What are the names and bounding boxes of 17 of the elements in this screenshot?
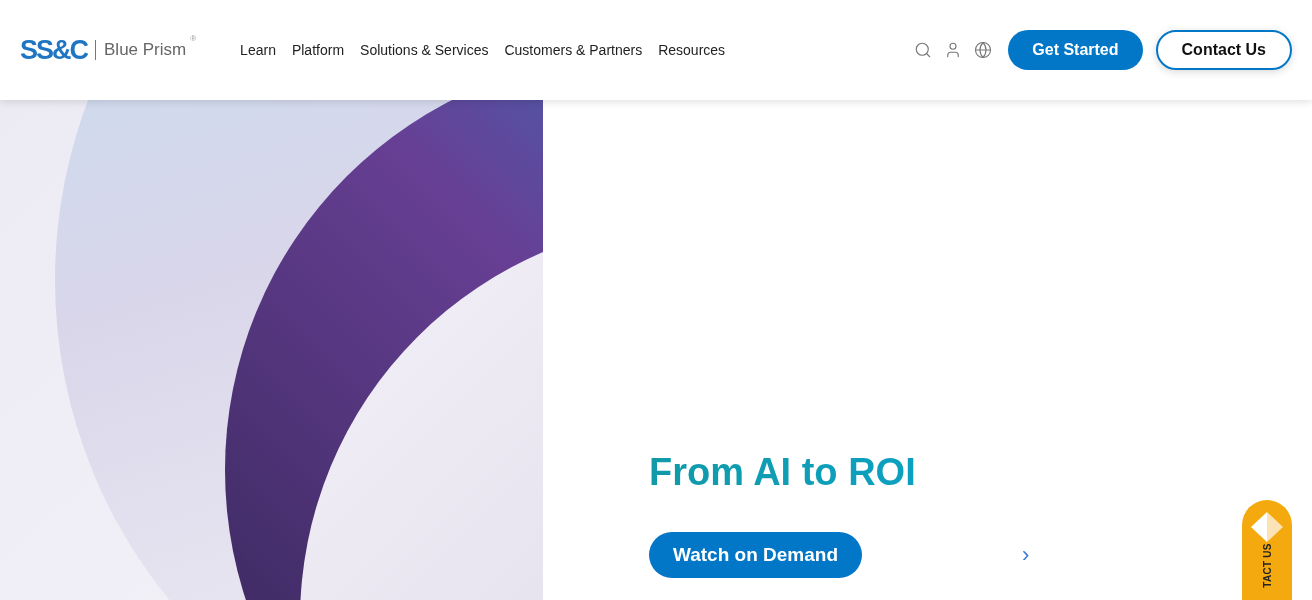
globe-icon[interactable] xyxy=(974,41,993,59)
nav-link[interactable]: Platform xyxy=(291,39,345,61)
search-icon[interactable] xyxy=(914,41,933,59)
nav-link[interactable]: Resources xyxy=(658,39,726,61)
nav-link[interactable]: Solutions & Services xyxy=(360,39,489,61)
nav-link[interactable]: Learn xyxy=(240,39,276,61)
contact-us-button[interactable]: Contact Us xyxy=(1155,30,1292,70)
diamond-icon xyxy=(1251,512,1283,542)
logo-mark[interactable]: SS&C xyxy=(20,36,87,64)
contact-side-tab[interactable]: TACT US xyxy=(1242,500,1292,600)
logo-product-name: Blue Prism xyxy=(104,39,187,62)
registered-mark: ® xyxy=(190,32,197,45)
get-started-button[interactable]: Get Started xyxy=(1008,30,1143,70)
watch-on-demand-button[interactable]: Watch on Demand xyxy=(649,532,863,578)
nav-link[interactable]: Customers & Partners xyxy=(504,39,643,61)
next-arrow[interactable]: › xyxy=(1022,544,1030,566)
contact-us-tab-label: TACT US xyxy=(1260,543,1274,588)
